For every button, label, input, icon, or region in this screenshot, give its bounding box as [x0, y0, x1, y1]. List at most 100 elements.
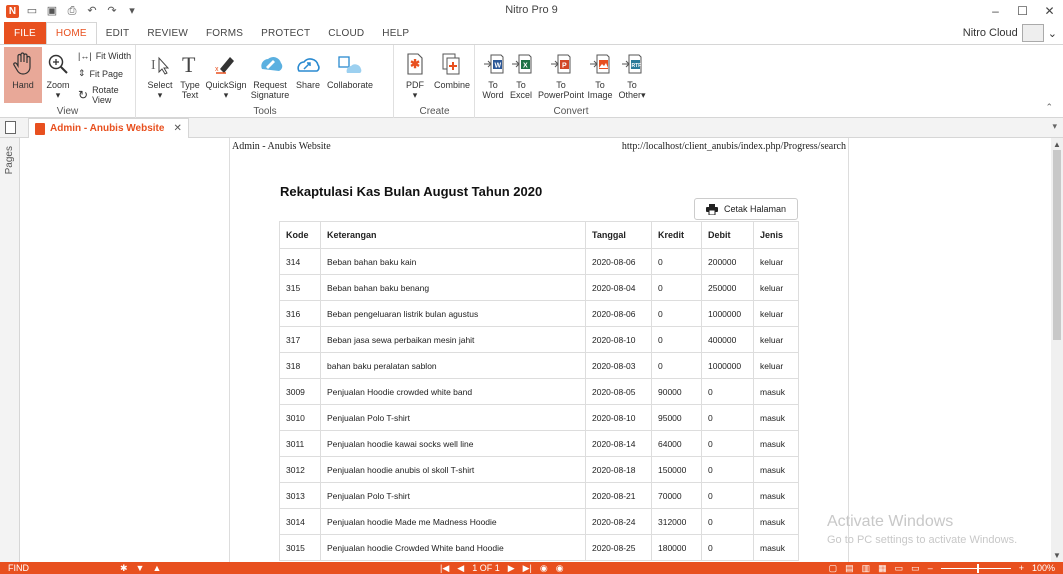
vertical-scrollbar[interactable]: ▲ ▼ — [1051, 138, 1063, 562]
quicksign-button[interactable]: x QuickSign ▾ — [205, 51, 247, 100]
zoom-button[interactable]: Zoom ▾ — [44, 51, 72, 100]
cell-debit: 400000 — [701, 326, 754, 353]
page-header-left: Admin - Anubis Website — [232, 141, 331, 152]
cell-jenis: masuk — [753, 508, 799, 535]
document-tab-strip: Admin - Anubis Website ✕ ▾ — [0, 118, 1063, 138]
fullscreen-view-icon[interactable]: ▭ — [895, 562, 904, 574]
zoom-in-button[interactable]: + — [1019, 562, 1024, 574]
tools-group-label: Tools — [253, 106, 277, 117]
fit-width-icon: |↔| — [78, 51, 92, 61]
cell-tanggal: 2020-08-10 — [585, 404, 652, 431]
quicksign-pen-icon: x — [212, 51, 240, 77]
tab-file[interactable]: FILE — [4, 22, 46, 44]
first-page-icon[interactable]: |◀ — [440, 562, 449, 574]
excel-icon: X — [508, 51, 536, 77]
single-page-view-icon[interactable]: ▢ — [829, 562, 838, 574]
share-button[interactable]: Share — [293, 51, 323, 90]
minimize-button[interactable]: – — [982, 0, 1009, 22]
close-button[interactable]: ✕ — [1036, 0, 1063, 22]
nitro-logo-icon[interactable]: N — [6, 4, 19, 18]
facing-view-icon[interactable]: ▥ — [862, 562, 871, 574]
find-button[interactable]: FIND — [8, 562, 29, 574]
settings-gear-icon[interactable]: ✱ — [120, 562, 128, 574]
print-page-button[interactable]: Cetak Halaman — [694, 198, 798, 220]
cell-keterangan: bahan baku peralatan sablon — [320, 352, 586, 379]
tab-protect[interactable]: PROTECT — [252, 22, 319, 44]
cell-keterangan: Penjualan Polo T-shirt — [320, 482, 586, 509]
open-icon[interactable]: ▭ — [25, 5, 39, 17]
scroll-up-icon[interactable]: ▲ — [1053, 140, 1061, 149]
page-indicator[interactable]: 1 OF 1 — [472, 562, 500, 574]
fit-width-button[interactable]: |↔| Fit Width — [78, 51, 131, 61]
nitro-cloud-account[interactable]: Nitro Cloud ⌄ — [963, 24, 1057, 42]
to-other-button[interactable]: RTF To Other▾ — [616, 51, 648, 100]
document-tab[interactable]: Admin - Anubis Website ✕ — [28, 118, 189, 138]
scrollbar-thumb[interactable] — [1053, 150, 1061, 340]
tab-cloud[interactable]: CLOUD — [319, 22, 373, 44]
scroll-down-icon[interactable]: ▼ — [1053, 551, 1061, 560]
print-icon[interactable]: ⎙ — [65, 5, 79, 17]
cell-jenis: keluar — [753, 300, 799, 327]
create-group: ✱ PDF ▾ Combine Create — [395, 45, 475, 119]
view-group: Hand Zoom ▾ |↔| Fit Width ⇕ Fit Page ↻ R… — [0, 45, 136, 119]
last-page-icon[interactable]: ▶| — [523, 562, 532, 574]
document-canvas[interactable]: Admin - Anubis Website http://localhost/… — [21, 138, 1051, 562]
document-tab-title: Admin - Anubis Website — [50, 123, 165, 134]
create-pdf-button[interactable]: ✱ PDF ▾ — [401, 51, 429, 100]
find-previous-up-icon[interactable]: ▲ — [152, 562, 161, 574]
cell-keterangan: Penjualan hoodie kawai socks well line — [320, 430, 586, 457]
request-signature-button[interactable]: Request Signature — [249, 51, 291, 100]
panel-toggle-icon[interactable] — [5, 121, 16, 134]
facing-continuous-view-icon[interactable]: ▦ — [878, 562, 887, 574]
to-powerpoint-button[interactable]: P To PowerPoint — [538, 51, 584, 100]
redo-icon[interactable]: ↷ — [105, 5, 119, 17]
split-view-icon[interactable]: ▭ — [911, 562, 920, 574]
to-powerpoint-label-2: PowerPoint — [538, 90, 585, 100]
previous-view-icon[interactable]: ◉ — [540, 562, 548, 574]
table-row: 315 Beban bahan baku benang 2020-08-04 0 250… — [279, 274, 799, 301]
hand-button[interactable]: Hand — [4, 47, 42, 103]
tab-list-dropdown-icon[interactable]: ▾ — [1052, 121, 1057, 132]
undo-icon[interactable]: ↶ — [85, 5, 99, 17]
collaborate-button[interactable]: Collaborate — [325, 51, 375, 90]
pages-panel-tab[interactable]: Pages — [4, 146, 15, 174]
next-view-icon[interactable]: ◉ — [556, 562, 564, 574]
cell-debit: 0 — [701, 378, 754, 405]
share-cloud-icon — [294, 51, 322, 77]
type-text-icon: T — [177, 51, 205, 77]
maximize-button[interactable]: ☐ — [1009, 0, 1036, 22]
collapse-ribbon-icon[interactable]: ⌃ — [1045, 102, 1053, 113]
text-label: Text — [181, 90, 199, 100]
zoom-slider[interactable] — [940, 563, 1011, 573]
cell-tanggal: 2020-08-24 — [585, 508, 652, 535]
select-button[interactable]: I Select ▾ — [147, 51, 173, 100]
quicksign-label: QuickSign — [205, 80, 247, 90]
fit-page-button[interactable]: ⇕ Fit Page — [78, 68, 123, 79]
hand-icon — [9, 51, 37, 77]
tab-home[interactable]: HOME — [45, 22, 97, 44]
find-next-down-icon[interactable]: ▼ — [136, 562, 145, 574]
to-image-button[interactable]: To Image — [586, 51, 614, 100]
tools-group: I Select ▾ T Type Text x QuickSign ▾ Req… — [137, 45, 394, 119]
tab-help[interactable]: HELP — [373, 22, 418, 44]
type-text-button[interactable]: T Type Text — [177, 51, 203, 100]
close-tab-icon[interactable]: ✕ — [173, 123, 181, 134]
combine-button[interactable]: Combine — [433, 51, 471, 90]
table-row: 317 Beban jasa sewa perbaikan mesin jahit… — [279, 326, 799, 353]
previous-page-icon[interactable]: ◀ — [457, 562, 464, 574]
continuous-view-icon[interactable]: ▤ — [845, 562, 854, 574]
tab-edit[interactable]: EDIT — [97, 22, 139, 44]
next-page-icon[interactable]: ▶ — [508, 562, 515, 574]
save-icon[interactable]: ▣ — [45, 5, 59, 17]
tab-forms[interactable]: FORMS — [197, 22, 252, 44]
zoom-out-button[interactable]: – — [928, 562, 933, 574]
to-excel-button[interactable]: X To Excel — [508, 51, 534, 100]
cell-tanggal: 2020-08-21 — [585, 482, 652, 509]
tab-review[interactable]: REVIEW — [138, 22, 197, 44]
zoom-level: 100% — [1031, 563, 1055, 573]
rotate-view-button[interactable]: ↻ Rotate View — [78, 85, 135, 105]
to-word-button[interactable]: W To Word — [480, 51, 506, 100]
svg-text:W: W — [495, 63, 502, 70]
customize-toolbar-icon[interactable]: ▾ — [125, 5, 139, 17]
hand-label: Hand — [12, 80, 34, 90]
